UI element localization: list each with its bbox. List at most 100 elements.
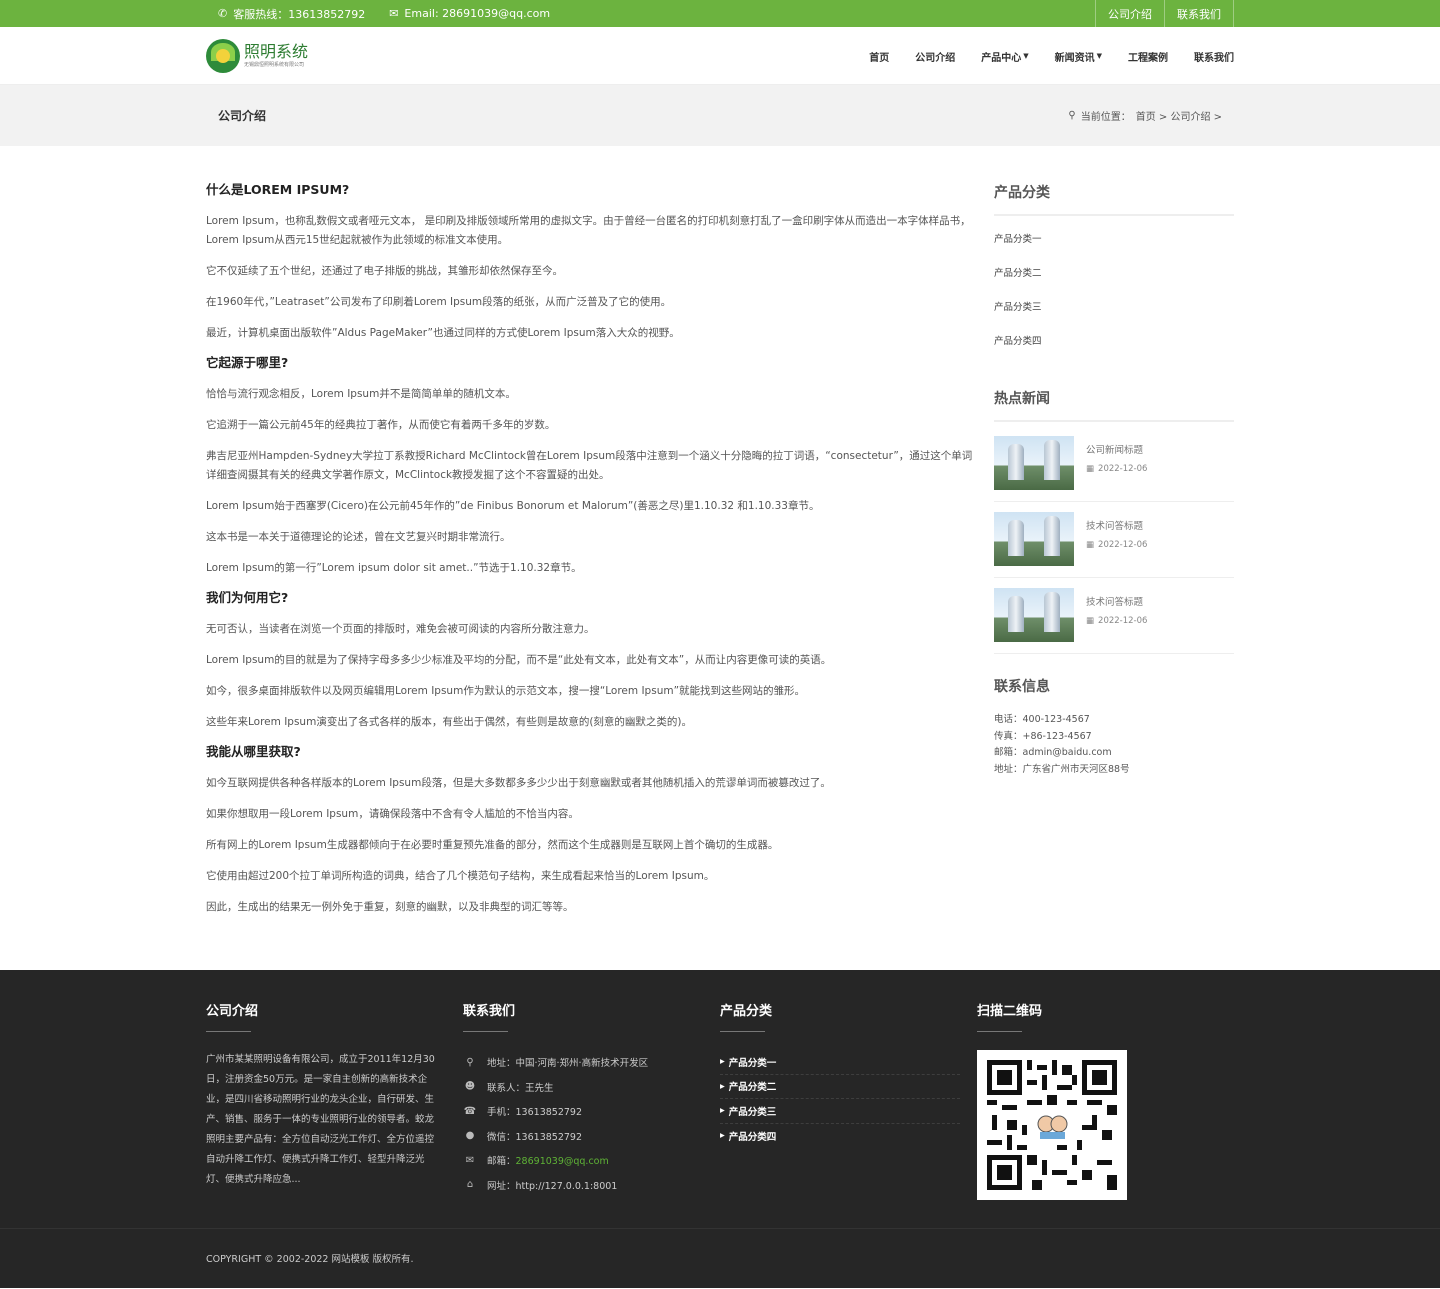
row-label: 邮箱： xyxy=(487,1156,516,1168)
sidebar-news-title: 热点新闻 xyxy=(994,388,1234,422)
product-label: 产品分类三 xyxy=(728,1106,777,1118)
product-label: 产品分类二 xyxy=(728,1082,777,1094)
nav-contact[interactable]: 联系我们 xyxy=(1181,49,1234,64)
nav-about[interactable]: 公司介绍 xyxy=(902,49,968,64)
news-title[interactable]: 公司新闻标题 xyxy=(1086,442,1147,456)
nav-products-label: 产品中心 xyxy=(981,52,1022,64)
main-nav: 首页 公司介绍 产品中心 ▼ 新闻资讯 ▼ 工程案例 联系我们 xyxy=(856,49,1234,64)
qr-code-icon xyxy=(987,1060,1117,1190)
news-title[interactable]: 技术问答标题 xyxy=(1086,594,1147,608)
news-thumbnail[interactable] xyxy=(994,588,1074,642)
category-list: 产品分类一 产品分类二 产品分类三 产品分类四 xyxy=(994,230,1234,366)
wechat-icon: ● xyxy=(465,1130,475,1142)
nav-contact-label: 联系我们 xyxy=(1194,52,1234,64)
footer-about-title: 公司介绍 xyxy=(206,1004,259,1019)
email-text: Email: 28691039@qq.com xyxy=(404,7,551,20)
paragraph: 如今互联网提供各种各样版本的Lorem Ipsum段落，但是大多数都多多少少出于… xyxy=(206,777,831,789)
article: 什么是LOREM IPSUM? Lorem Ipsum，也称乱数假文或者哑元文本… xyxy=(206,182,976,970)
footer-product-link[interactable]: ▸ 产品分类三 xyxy=(720,1099,960,1124)
page-banner: 公司介绍 ⚲ 当前位置： 首页 > 公司介绍 > xyxy=(0,85,1440,146)
logo-name: 照明系统 xyxy=(244,42,309,61)
news-item[interactable]: 技术问答标题 ▦ 2022-12-06 xyxy=(994,512,1234,578)
contact-fax: 传真：+86-123-4567 xyxy=(994,730,1092,742)
footer-qr-title: 扫描二维码 xyxy=(977,1004,1043,1019)
paragraph: 如今，很多桌面排版软件以及网页编辑用Lorem Ipsum作为默认的示范文本，搜… xyxy=(206,685,806,697)
caret-right-icon: ▸ xyxy=(720,1105,725,1117)
row-label: 网址： xyxy=(487,1180,516,1192)
nav-news[interactable]: 新闻资讯 ▼ xyxy=(1042,49,1115,64)
copyright-bar: COPYRIGHT © 2002-2022 网站模板 版权所有. xyxy=(0,1228,1440,1288)
category-link[interactable]: 产品分类二 xyxy=(994,268,1042,279)
footer-product-link[interactable]: ▸ 产品分类四 xyxy=(720,1124,960,1149)
footer-contact-title: 联系我们 xyxy=(463,1004,516,1019)
sidebar-category-title: 产品分类 xyxy=(994,182,1234,216)
row-value: 中国·河南·郑州·高新技术开发区 xyxy=(515,1058,649,1070)
hotline: ✆ 客服热线：13613852792 xyxy=(218,6,365,22)
nav-cases-label: 工程案例 xyxy=(1128,52,1168,64)
paragraph: 如果你想取用一段Lorem Ipsum，请确保段落中不含有令人尴尬的不恰当内容。 xyxy=(206,808,579,820)
paragraph: Lorem Ipsum的目的就是为了保持字母多多少少标准及平均的分配，而不是“此… xyxy=(206,654,832,666)
paragraph: 所有网上的Lorem Ipsum生成器都倾向于在必要时重复预先准备的部分，然而这… xyxy=(206,839,779,851)
paragraph: 在1960年代，”Leatraset”公司发布了印刷着Lorem Ipsum段落… xyxy=(206,296,672,308)
caret-right-icon: ▸ xyxy=(720,1130,725,1142)
footer-contact-row: ● 微信：13613852792 xyxy=(463,1124,720,1149)
news-thumbnail[interactable] xyxy=(994,436,1074,490)
news-date: 2022-12-06 xyxy=(1098,464,1148,474)
nav-about-label: 公司介绍 xyxy=(915,52,956,64)
footer-qr: 扫描二维码 xyxy=(977,1000,1234,1228)
contact-email: 邮箱：admin@baidu.com xyxy=(994,747,1112,758)
paragraph: 这本书是一本关于道德理论的论述，曾在文艺复兴时期非常流行。 xyxy=(206,531,511,543)
caret-right-icon: ▸ xyxy=(720,1080,725,1092)
paragraph: 它不仅延续了五个世纪，还通过了电子排版的挑战，其雏形却依然保存至今。 xyxy=(206,265,563,277)
envelope-icon: ✉ xyxy=(389,7,399,20)
paragraph: 最近，计算机桌面出版软件”Aldus PageMaker”也通过同样的方式使Lo… xyxy=(206,327,680,339)
news-item[interactable]: 技术问答标题 ▦ 2022-12-06 xyxy=(994,588,1234,654)
category-link[interactable]: 产品分类三 xyxy=(994,302,1042,313)
section-heading: 我能从哪里获取? xyxy=(206,744,301,759)
contact-phone: 电话：400-123-4567 xyxy=(994,714,1090,725)
footer-product-link[interactable]: ▸ 产品分类一 xyxy=(720,1050,960,1075)
footer-about: 公司介绍 广州市某某照明设备有限公司，成立于2011年12月30日，注册资金50… xyxy=(206,1000,463,1228)
product-label: 产品分类四 xyxy=(728,1131,777,1143)
home-icon: ⌂ xyxy=(466,1179,474,1191)
caret-down-icon: ▼ xyxy=(1023,52,1029,60)
top-link-contact[interactable]: 联系我们 xyxy=(1164,0,1234,27)
phone-icon: ✆ xyxy=(218,7,228,20)
contact-info: 电话：400-123-4567 传真：+86-123-4567 邮箱：admin… xyxy=(994,712,1234,778)
row-label: 联系人： xyxy=(487,1082,526,1094)
nav-home-label: 首页 xyxy=(869,52,890,64)
category-link[interactable]: 产品分类四 xyxy=(994,336,1042,347)
row-label: 手机： xyxy=(487,1107,516,1119)
map-marker-icon: ⚲ xyxy=(466,1056,474,1068)
footer-contact: 联系我们 ⚲ 地址：中国·河南·郑州·高新技术开发区 ☻ 联系人：王先生 ☎ 手机：1… xyxy=(463,1000,720,1228)
nav-cases[interactable]: 工程案例 xyxy=(1115,49,1181,64)
news-thumbnail[interactable] xyxy=(994,512,1074,566)
breadcrumb-path[interactable]: 首页 > 公司介绍 > xyxy=(1136,108,1222,123)
row-label: 微信： xyxy=(487,1131,516,1143)
logo[interactable]: 照明系统 无锡鼎恒照明系统有限公司 xyxy=(206,39,308,73)
site-footer: 公司介绍 广州市某某照明设备有限公司，成立于2011年12月30日，注册资金50… xyxy=(0,970,1440,1228)
category-link[interactable]: 产品分类一 xyxy=(994,234,1042,245)
paragraph: Lorem Ipsum，也称乱数假文或者哑元文本， 是印刷及排版领域所常用的虚拟… xyxy=(206,215,971,246)
logo-subtitle: 无锡鼎恒照明系统有限公司 xyxy=(244,62,305,68)
footer-contact-row: ⌂ 网址：http://127.0.0.1:8001 xyxy=(463,1173,720,1198)
breadcrumb-label: 当前位置： xyxy=(1080,112,1131,123)
nav-home[interactable]: 首页 xyxy=(856,49,902,64)
section-heading: 我们为何用它? xyxy=(206,590,289,605)
footer-site-link[interactable]: http://127.0.0.1:8001 xyxy=(516,1181,618,1192)
paragraph: 弗吉尼亚州Hampden-Sydney大学拉丁系教授Richard McClin… xyxy=(206,450,973,481)
footer-email-link[interactable]: 28691039@qq.com xyxy=(516,1156,609,1167)
logo-mark-icon xyxy=(206,39,240,73)
phone-icon: ☎ xyxy=(463,1105,477,1117)
footer-contact-row: ☎ 手机：13613852792 xyxy=(463,1099,720,1124)
news-item[interactable]: 公司新闻标题 ▦ 2022-12-06 xyxy=(994,436,1234,502)
footer-about-text: 广州市某某照明设备有限公司，成立于2011年12月30日，注册资金50万元。是一… xyxy=(206,1054,435,1185)
email-info: ✉ Email: 28691039@qq.com xyxy=(389,7,550,20)
top-link-about[interactable]: 公司介绍 xyxy=(1095,0,1164,27)
news-title[interactable]: 技术问答标题 xyxy=(1086,518,1147,532)
row-value: 王先生 xyxy=(525,1082,554,1094)
copyright-text: COPYRIGHT © 2002-2022 网站模板 版权所有. xyxy=(206,1254,414,1265)
footer-product-link[interactable]: ▸ 产品分类二 xyxy=(720,1075,960,1099)
nav-products[interactable]: 产品中心 ▼ xyxy=(968,49,1041,64)
calendar-icon: ▦ xyxy=(1086,464,1095,474)
